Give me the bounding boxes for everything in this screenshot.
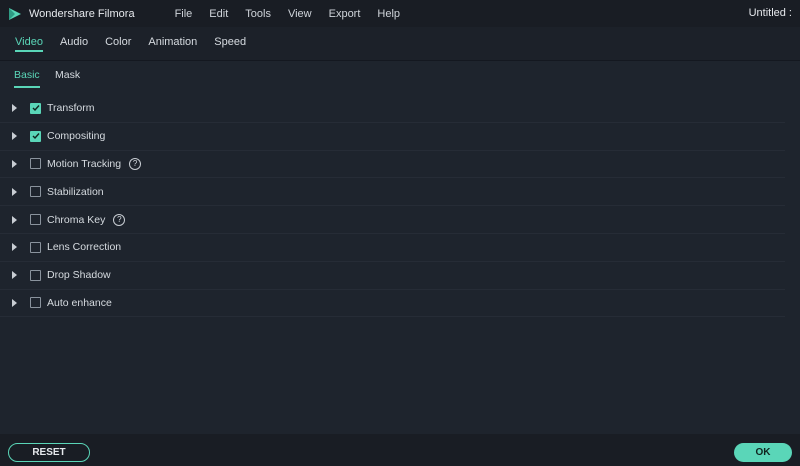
setting-label: Motion Tracking [47, 157, 122, 170]
expand-arrow-icon[interactable] [12, 187, 17, 196]
lens-correction-checkbox[interactable] [30, 241, 41, 253]
setting-label: Stabilization [47, 185, 104, 198]
tab-audio[interactable]: Audio [60, 27, 88, 60]
menu-view[interactable]: View [288, 8, 312, 20]
footer-bar: RESET OK [0, 434, 800, 466]
expand-arrow-icon[interactable] [12, 271, 17, 280]
main-tabs: Video Audio Color Animation Speed [0, 27, 800, 61]
transform-checkbox[interactable] [30, 102, 41, 114]
document-title: Untitled : [748, 7, 792, 19]
setting-label: Lens Correction [47, 241, 122, 254]
menu-edit[interactable]: Edit [209, 8, 228, 20]
help-icon[interactable]: ? [113, 213, 126, 226]
tab-speed[interactable]: Speed [214, 27, 246, 60]
expand-arrow-icon[interactable] [12, 132, 17, 141]
stabilization-checkbox[interactable] [30, 186, 41, 198]
setting-label: Drop Shadow [47, 269, 111, 282]
title-bar: Wondershare Filmora File Edit Tools View… [0, 0, 800, 27]
expand-arrow-icon[interactable] [12, 215, 17, 224]
help-icon[interactable]: ? [129, 157, 142, 170]
setting-row-drop-shadow[interactable]: Drop Shadow [0, 262, 785, 290]
expand-arrow-icon[interactable] [12, 159, 17, 168]
menu-file[interactable]: File [175, 8, 193, 20]
menu-help[interactable]: Help [377, 8, 400, 20]
chroma-key-checkbox[interactable] [30, 214, 41, 226]
setting-label: Auto enhance [47, 296, 112, 309]
tab-color[interactable]: Color [105, 27, 131, 60]
tab-animation[interactable]: Animation [148, 27, 197, 60]
menu-tools[interactable]: Tools [245, 8, 271, 20]
setting-label: Transform [47, 102, 95, 115]
reset-button[interactable]: RESET [8, 443, 90, 462]
auto-enhance-checkbox[interactable] [30, 297, 41, 309]
menu-export[interactable]: Export [329, 8, 361, 20]
setting-label: Chroma Key [47, 213, 106, 226]
setting-row-chroma-key[interactable]: Chroma Key ? [0, 206, 785, 234]
menu-bar: File Edit Tools View Export Help [175, 8, 417, 20]
tab-video[interactable]: Video [15, 27, 43, 60]
drop-shadow-checkbox[interactable] [30, 269, 41, 281]
expand-arrow-icon[interactable] [12, 243, 17, 252]
setting-row-lens-correction[interactable]: Lens Correction [0, 234, 785, 262]
filmora-logo-icon [7, 6, 23, 22]
setting-label: Compositing [47, 130, 106, 143]
setting-row-auto-enhance[interactable]: Auto enhance [0, 290, 785, 318]
subtab-basic[interactable]: Basic [14, 69, 40, 88]
setting-row-motion-tracking[interactable]: Motion Tracking ? [0, 151, 785, 179]
expand-arrow-icon[interactable] [12, 298, 17, 307]
sub-tabs: Basic Mask [0, 61, 800, 91]
setting-row-transform[interactable]: Transform [0, 95, 785, 123]
settings-list: Transform Compositing Motion Tracking ? … [0, 95, 785, 318]
compositing-checkbox[interactable] [30, 130, 41, 142]
subtab-mask[interactable]: Mask [55, 69, 80, 81]
ok-button[interactable]: OK [734, 443, 792, 462]
setting-row-compositing[interactable]: Compositing [0, 123, 785, 151]
app-name: Wondershare Filmora [29, 7, 135, 20]
motion-tracking-checkbox[interactable] [30, 158, 41, 170]
video-settings-panel: Basic Mask Transform Compositing Motion … [0, 61, 800, 434]
setting-row-stabilization[interactable]: Stabilization [0, 178, 785, 207]
expand-arrow-icon[interactable] [12, 104, 17, 113]
